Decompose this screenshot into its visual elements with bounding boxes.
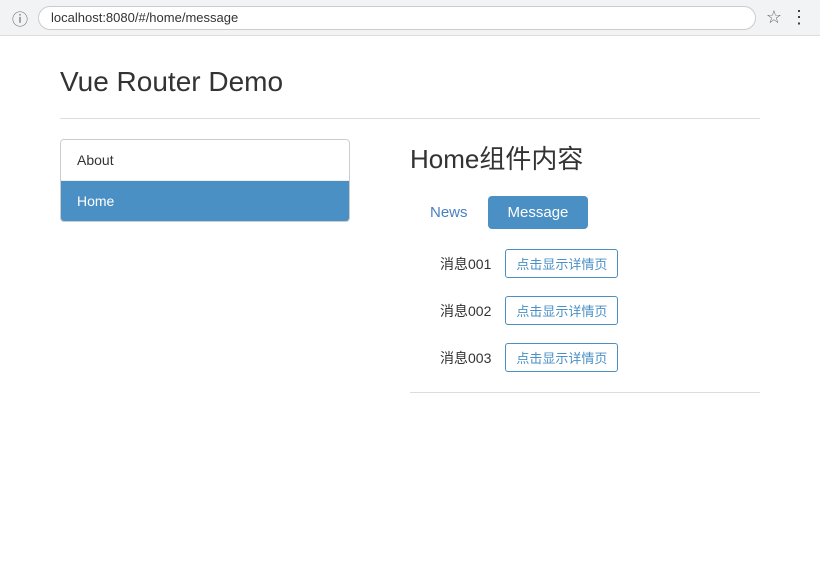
- bottom-divider: [410, 392, 760, 393]
- main-layout: About Home Home组件内容 News Message 消息00: [60, 139, 760, 393]
- list-item: 消息001 点击显示详情页: [440, 249, 760, 278]
- tabs-bar: News Message: [410, 196, 760, 229]
- menu-icon[interactable]: ⋮: [790, 7, 808, 28]
- url-text: localhost:8080/#/home/message: [51, 10, 238, 25]
- page-title: Vue Router Demo: [60, 66, 760, 98]
- nav-item-about[interactable]: About: [61, 140, 349, 181]
- browser-actions: ☆ ⋮: [766, 7, 808, 28]
- right-content: Home组件内容 News Message 消息001 点击显示详情页 消息00…: [410, 139, 760, 393]
- detail-button-3[interactable]: 点击显示详情页: [505, 343, 618, 372]
- tab-message[interactable]: Message: [488, 196, 589, 229]
- star-icon[interactable]: ☆: [766, 7, 782, 28]
- nav-home-label: Home: [77, 193, 114, 209]
- nav-about-label: About: [77, 152, 114, 168]
- tab-news-label: News: [430, 204, 468, 221]
- list-item: 消息002 点击显示详情页: [440, 296, 760, 325]
- message-text-3: 消息003: [440, 348, 491, 368]
- left-nav: About Home: [60, 139, 350, 222]
- tab-message-label: Message: [508, 204, 569, 221]
- tab-news[interactable]: News: [410, 196, 488, 229]
- top-divider: [60, 118, 760, 119]
- detail-button-2[interactable]: 点击显示详情页: [505, 296, 618, 325]
- nav-item-home[interactable]: Home: [61, 181, 349, 221]
- list-item: 消息003 点击显示详情页: [440, 343, 760, 372]
- detail-button-1[interactable]: 点击显示详情页: [505, 249, 618, 278]
- page-content: Vue Router Demo About Home Home组件内容 News…: [0, 36, 820, 423]
- message-text-2: 消息002: [440, 301, 491, 321]
- url-bar[interactable]: localhost:8080/#/home/message: [38, 6, 756, 30]
- home-title: Home组件内容: [410, 139, 760, 176]
- message-text-1: 消息001: [440, 254, 491, 274]
- info-icon: ⓘ: [12, 6, 28, 30]
- browser-chrome: ⓘ localhost:8080/#/home/message ☆ ⋮: [0, 0, 820, 36]
- message-list: 消息001 点击显示详情页 消息002 点击显示详情页 消息003 点击显示详情…: [410, 249, 760, 372]
